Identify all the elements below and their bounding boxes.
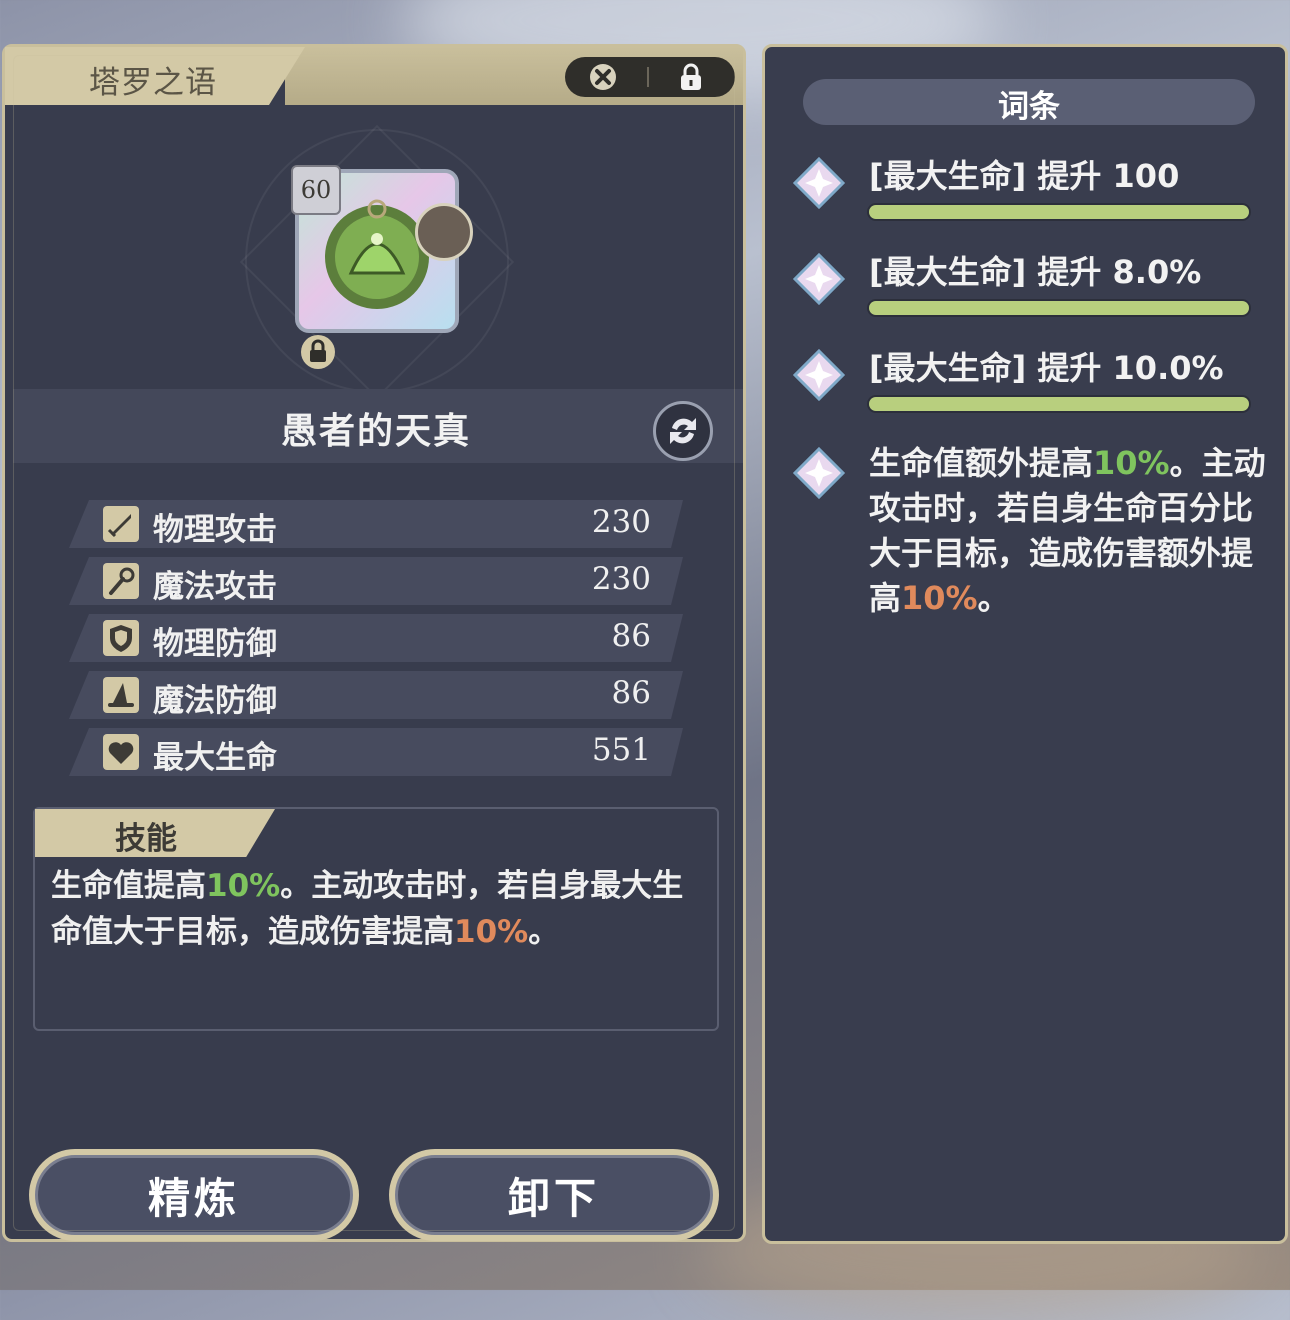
item-name: 愚者的天真 [280,411,471,452]
affix-panel: 词条 [最大生命] 提升 100 [最大生命] 提升 8.0% [最大生命] 提… [762,44,1288,1244]
affix-special-item: 生命值额外提高10%。主动攻击时，若自身生命百分比大于目标，造成伤害额外提高10… [793,441,1266,641]
affix-text: [最大生命] 提升 8.0% [869,253,1202,291]
refine-button[interactable]: 精炼 [29,1149,359,1241]
skill-box: 技能 生命值提高10%。主动攻击时，若自身最大生命值大于目标，造成伤害提高10%… [33,807,719,1031]
sword-icon [103,506,139,542]
skill-value-green: 10% [206,868,281,904]
item-level-badge: 60 [291,165,341,215]
unequip-button-label: 卸下 [395,1155,713,1235]
shield-icon [103,620,139,656]
diamond-gem-icon [793,349,845,401]
affix-text: [最大生命] 提升 10.0% [869,349,1224,387]
stat-value: 230 [591,561,651,597]
owner-avatar [415,203,473,261]
header-separator [647,67,649,87]
affix-roll-bar [869,397,1249,411]
affix-value-orange: 10% [901,579,978,617]
discard-icon[interactable] [587,61,619,93]
affix-text: [最大生命] 提升 100 [869,157,1180,195]
stat-label: 魔法攻击 [153,569,277,605]
affix-item: [最大生命] 提升 100 [793,151,1263,231]
skill-title: 技能 [115,821,177,857]
stat-label: 最大生命 [153,740,277,776]
header-actions [565,57,735,97]
affix-roll-bar [869,301,1249,315]
stat-row-physical-defense: 物理防御 86 [69,614,683,662]
diamond-gem-icon [793,157,845,209]
skill-value-orange: 10% [454,914,529,950]
affix-item: [最大生命] 提升 10.0% [793,343,1263,423]
diamond-gem-icon [793,253,845,305]
stat-value: 86 [611,675,651,711]
staff-icon [103,563,139,599]
swap-button[interactable] [653,401,713,461]
wizard-hat-icon [103,677,139,713]
refine-button-label: 精炼 [35,1155,353,1235]
skill-description: 生命值提高10%。主动攻击时，若自身最大生命值大于目标，造成伤害提高10%。 [51,868,684,950]
stat-label: 物理防御 [153,626,277,662]
stat-value: 86 [611,618,651,654]
stat-row-max-hp: 最大生命 551 [69,728,683,776]
equipment-detail-panel: 塔罗之语 60 愚者的天真 物理攻击 230 魔法攻击 230 物理防御 86 … [2,44,746,1242]
diamond-gem-icon [793,447,845,499]
panel-tab-title: 塔罗之语 [89,65,217,101]
swap-icon [670,418,696,444]
heart-icon [103,734,139,770]
stat-label: 魔法防御 [153,683,277,719]
stat-value: 551 [591,732,651,768]
affix-title: 词条 [998,89,1060,125]
affix-value-green: 10% [1093,444,1170,482]
stat-value: 230 [591,504,651,540]
affix-item: [最大生命] 提升 8.0% [793,247,1263,327]
unequip-button[interactable]: 卸下 [389,1149,719,1241]
stat-row-magic-defense: 魔法防御 86 [69,671,683,719]
item-card[interactable]: 60 [291,165,473,369]
stat-label: 物理攻击 [153,512,277,548]
card-lock-icon [301,335,335,369]
stat-row-physical-attack: 物理攻击 230 [69,500,683,548]
affix-roll-bar [869,205,1249,219]
lock-icon[interactable] [677,62,705,92]
affix-header: 词条 [803,79,1255,125]
stat-row-magic-attack: 魔法攻击 230 [69,557,683,605]
affix-special-description: 生命值额外提高10%。主动攻击时，若自身生命百分比大于目标，造成伤害额外提高10… [869,444,1266,617]
